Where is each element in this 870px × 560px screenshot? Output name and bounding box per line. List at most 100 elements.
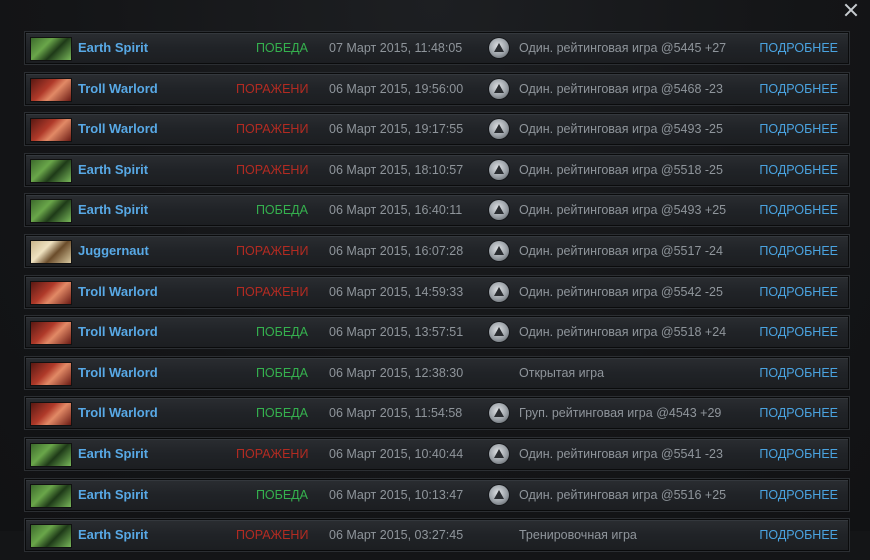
match-result: ПОРАЖЕНИ [236, 446, 308, 461]
ranked-icon [489, 119, 509, 140]
match-row[interactable]: Troll Warlord ПОРАЖЕНИ 06 Март 2015, 19:… [25, 113, 849, 146]
match-row[interactable]: Troll Warlord ПОРАЖЕНИ 06 Март 2015, 19:… [25, 72, 849, 105]
ranked-icon [489, 403, 509, 424]
game-mode: Один. рейтинговая игра @5541 -23 [519, 446, 723, 461]
game-mode: Открытая игра [519, 365, 605, 380]
match-result: ПОРАЖЕНИ [236, 162, 308, 177]
hero-name[interactable]: Troll Warlord [78, 114, 158, 144]
match-date: 06 Март 2015, 14:59:33 [329, 284, 464, 299]
hero-name[interactable]: Earth Spirit [78, 520, 148, 550]
hero-name[interactable]: Juggernaut [78, 236, 149, 266]
hero-portrait [30, 77, 72, 102]
hero-portrait [30, 158, 72, 183]
hero-name[interactable]: Troll Warlord [78, 358, 158, 388]
game-mode: Груп. рейтинговая игра @4543 +29 [519, 406, 722, 421]
match-result: ПОБЕДА [255, 487, 308, 502]
details-link[interactable]: ПОДРОБНЕЕ [759, 277, 838, 307]
hero-portrait [30, 280, 72, 305]
game-mode: Один. рейтинговая игра @5542 -25 [519, 284, 723, 299]
hero-portrait [30, 239, 72, 264]
hero-portrait [30, 402, 72, 427]
match-date: 06 Март 2015, 13:57:51 [329, 325, 464, 340]
match-row[interactable]: Troll Warlord ПОБЕДА 06 Март 2015, 12:38… [25, 356, 849, 389]
match-row[interactable]: Troll Warlord ПОРАЖЕНИ 06 Март 2015, 14:… [25, 275, 849, 308]
details-link[interactable]: ПОДРОБНЕЕ [759, 317, 838, 347]
ranked-icon [489, 159, 509, 180]
ranked-icon [489, 240, 509, 261]
match-row[interactable]: Juggernaut ПОРАЖЕНИ 06 Март 2015, 16:07:… [25, 234, 849, 267]
match-date: 06 Март 2015, 10:40:44 [329, 446, 464, 461]
match-result: ПОБЕДА [255, 406, 308, 421]
details-link[interactable]: ПОДРОБНЕЕ [759, 195, 838, 225]
details-link[interactable]: ПОДРОБНЕЕ [759, 398, 838, 428]
match-row[interactable]: Earth Spirit ПОБЕДА 06 Март 2015, 10:13:… [25, 478, 849, 511]
game-mode: Один. рейтинговая игра @5445 +27 [519, 41, 727, 55]
details-link[interactable]: ПОДРОБНЕЕ [759, 74, 838, 104]
game-mode: Тренировочная игра [519, 528, 637, 543]
hero-portrait [30, 524, 72, 549]
details-link[interactable]: ПОДРОБНЕЕ [759, 358, 838, 388]
match-date: 06 Март 2015, 16:40:11 [329, 203, 463, 218]
game-mode: Один. рейтинговая игра @5468 -23 [519, 81, 723, 96]
hero-name[interactable]: Troll Warlord [78, 74, 158, 104]
hero-portrait [30, 442, 72, 467]
match-list: Earth Spirit ПОБЕДА 07 Март 2015, 11:48:… [25, 32, 849, 560]
details-link[interactable]: ПОДРОБНЕЕ [759, 236, 838, 266]
hero-name[interactable]: Earth Spirit [78, 195, 148, 225]
ranked-icon [489, 38, 509, 58]
match-row[interactable]: Troll Warlord ПОБЕДА 06 Март 2015, 13:57… [25, 316, 849, 349]
match-date: 06 Март 2015, 19:17:55 [329, 122, 464, 137]
match-result: ПОРАЖЕНИ [236, 243, 308, 258]
details-link[interactable]: ПОДРОБНЕЕ [759, 33, 838, 63]
match-result: ПОБЕДА [255, 365, 308, 380]
match-row[interactable]: Earth Spirit ПОРАЖЕНИ 06 Март 2015, 03:2… [25, 519, 849, 552]
close-icon[interactable] [842, 1, 860, 19]
match-date: 06 Март 2015, 12:38:30 [329, 365, 464, 380]
details-link[interactable]: ПОДРОБНЕЕ [759, 480, 838, 510]
hero-name[interactable]: Troll Warlord [78, 277, 158, 307]
details-link[interactable]: ПОДРОБНЕЕ [759, 520, 838, 550]
hero-name[interactable]: Troll Warlord [78, 398, 158, 428]
game-mode: Один. рейтинговая игра @5493 -25 [519, 122, 723, 137]
details-link[interactable]: ПОДРОБНЕЕ [759, 155, 838, 185]
match-row[interactable]: Earth Spirit ПОРАЖЕНИ 06 Март 2015, 10:4… [25, 437, 849, 470]
game-mode: Один. рейтинговая игра @5518 +24 [519, 325, 727, 340]
ranked-icon [489, 443, 509, 464]
hero-portrait [30, 37, 72, 61]
match-date: 07 Март 2015, 11:48:05 [329, 41, 463, 55]
match-date: 06 Март 2015, 18:10:57 [329, 162, 464, 177]
match-result: ПОБЕДА [255, 325, 308, 340]
match-history-panel: Earth Spirit ПОБЕДА 07 Март 2015, 11:48:… [0, 0, 870, 552]
details-link[interactable]: ПОДРОБНЕЕ [759, 439, 838, 469]
match-date: 06 Март 2015, 03:27:45 [329, 528, 464, 543]
hero-portrait [30, 483, 72, 508]
ranked-icon [489, 484, 509, 505]
match-row[interactable]: Troll Warlord ПОБЕДА 06 Март 2015, 11:54… [25, 397, 849, 430]
hero-name[interactable]: Earth Spirit [78, 480, 148, 510]
ranked-icon [489, 200, 509, 221]
game-mode: Один. рейтинговая игра @5518 -25 [519, 162, 723, 177]
match-result: ПОБЕДА [255, 203, 308, 218]
match-result: ПОРАЖЕНИ [236, 284, 308, 299]
hero-name[interactable]: Earth Spirit [78, 33, 148, 63]
match-date: 06 Март 2015, 16:07:28 [329, 243, 464, 258]
match-row[interactable]: Earth Spirit ПОБЕДА 07 Март 2015, 11:48:… [25, 32, 849, 64]
ranked-icon [489, 281, 509, 302]
hero-portrait [30, 321, 72, 346]
hero-name[interactable]: Troll Warlord [78, 317, 158, 347]
match-row[interactable]: Earth Spirit ПОРАЖЕНИ 06 Март 2015, 18:1… [25, 153, 849, 186]
game-mode: Один. рейтинговая игра @5493 +25 [519, 203, 727, 218]
match-result: ПОРАЖЕНИ [236, 528, 308, 543]
ranked-icon [489, 78, 509, 99]
ranked-icon [489, 322, 509, 343]
match-result: ПОРАЖЕНИ [236, 122, 308, 137]
match-date: 06 Март 2015, 10:13:47 [329, 487, 464, 502]
hero-name[interactable]: Earth Spirit [78, 439, 148, 469]
hero-portrait [30, 199, 72, 224]
match-result: ПОРАЖЕНИ [236, 81, 308, 96]
details-link[interactable]: ПОДРОБНЕЕ [759, 114, 838, 144]
game-mode: Один. рейтинговая игра @5516 +25 [519, 487, 727, 502]
match-row[interactable]: Earth Spirit ПОБЕДА 06 Март 2015, 16:40:… [25, 194, 849, 227]
hero-portrait [30, 118, 72, 143]
hero-name[interactable]: Earth Spirit [78, 155, 148, 185]
